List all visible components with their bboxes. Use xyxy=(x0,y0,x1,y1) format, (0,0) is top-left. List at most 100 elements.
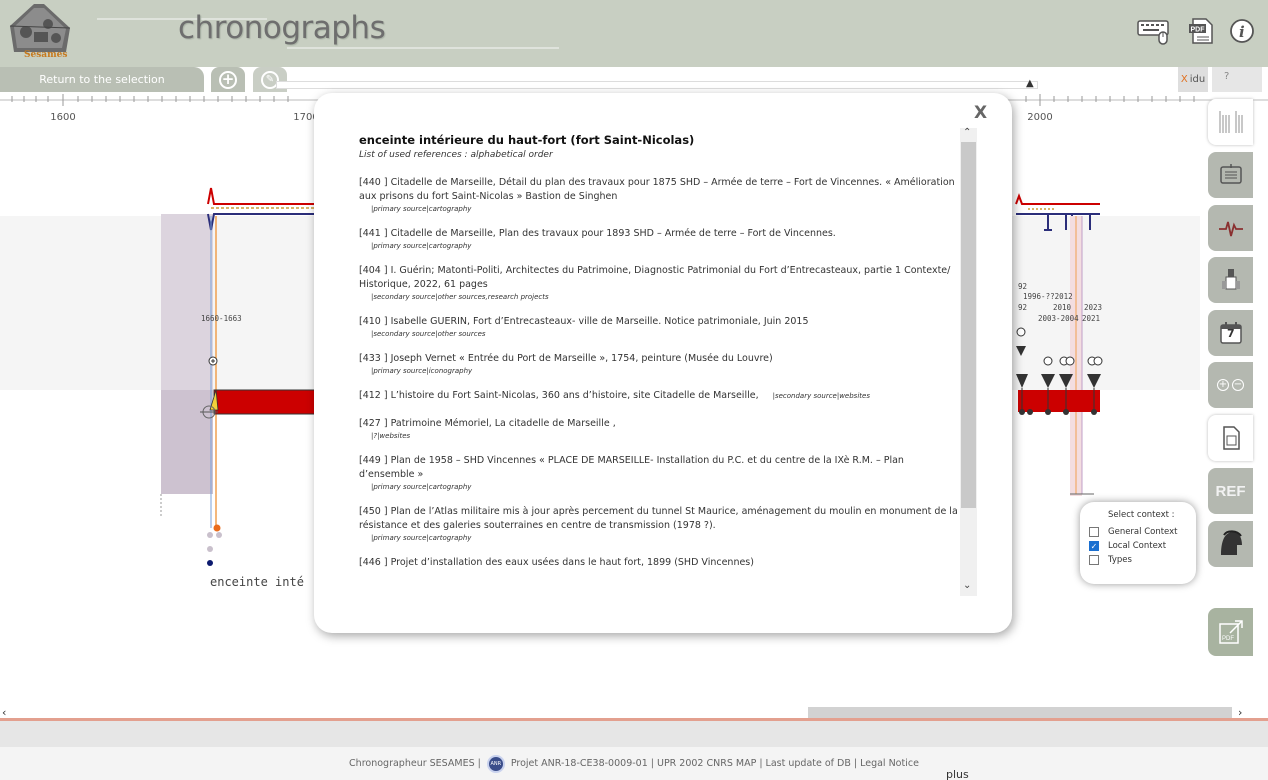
reference-type: |primary source|cartography xyxy=(371,242,472,250)
app-header: Sesames chronographs PDF i xyxy=(0,0,1268,67)
references-button[interactable]: REF xyxy=(1208,468,1253,514)
help-tab[interactable]: ? xyxy=(1212,67,1262,92)
scroll-up-chevron-icon[interactable]: ⌃ xyxy=(963,127,971,138)
context-option-general[interactable]: General Context xyxy=(1089,527,1178,537)
context-selector: Select context : General Context ✓ Local… xyxy=(1080,502,1196,584)
reference-item[interactable]: [410 ] Isabelle GUERIN, Fort d’Entrecast… xyxy=(359,315,959,338)
reference-item[interactable]: [412 ] L’histoire du Fort Saint-Nicolas,… xyxy=(359,389,959,403)
svg-text:PDF: PDF xyxy=(1222,636,1234,642)
helmet-icon xyxy=(1220,530,1242,555)
reference-type: |primary source|iconography xyxy=(371,367,473,375)
pdf-icon[interactable]: PDF xyxy=(1186,16,1216,46)
reference-text: [449 ] Plan de 1958 – SHD Vincennes « PL… xyxy=(359,455,904,480)
types-checkbox[interactable] xyxy=(1089,555,1099,565)
element-name-label[interactable]: enceinte inté xyxy=(210,575,304,589)
pulse-icon xyxy=(1218,221,1243,237)
context-option-types[interactable]: Types xyxy=(1089,555,1132,565)
span-label: 1660-1663 xyxy=(201,314,242,323)
document-icon xyxy=(1222,426,1240,450)
add-element-tab[interactable]: + xyxy=(211,67,245,92)
scroll-up-arrow-icon[interactable]: ▲ xyxy=(1026,78,1034,89)
modal-scrollbar[interactable]: ⌃ ⌄ xyxy=(960,127,977,596)
svg-text:PDF: PDF xyxy=(1191,27,1206,34)
zoom-button[interactable]: + − xyxy=(1208,362,1253,408)
footer-fragment: plus xyxy=(946,768,969,780)
span-label: 1996-??2012 xyxy=(1023,292,1073,301)
reference-text: [433 ] Joseph Vernet « Entrée du Port de… xyxy=(359,353,773,364)
info-icon[interactable]: i xyxy=(1228,16,1256,46)
span-label: 2023 xyxy=(1084,303,1103,312)
span-label: 92 xyxy=(1018,282,1028,291)
reference-item[interactable]: [441 ] Citadelle de Marseille, Plan des … xyxy=(359,227,959,250)
reference-item[interactable]: [440 ] Citadelle de Marseille, Détail du… xyxy=(359,176,959,213)
pdf-export-button[interactable]: PDF xyxy=(1208,608,1253,656)
reference-text: [446 ] Projet d’installation des eaux us… xyxy=(359,557,754,568)
idu-close-icon[interactable]: X xyxy=(1181,74,1188,85)
reference-text: [441 ] Citadelle de Marseille, Plan des … xyxy=(359,228,836,239)
calendar-button[interactable]: 7 xyxy=(1208,310,1253,356)
local-context-checkbox[interactable]: ✓ xyxy=(1089,541,1099,551)
reference-item[interactable]: [427 ] Patrimoine Mémoriel, La citadelle… xyxy=(359,417,959,440)
activity-button[interactable] xyxy=(1208,205,1253,251)
references-list[interactable]: enceinte intérieure du haut-fort (fort S… xyxy=(359,133,959,595)
reference-text-inline: [412 ] L’histoire du Fort Saint-Nicolas,… xyxy=(359,390,759,401)
title-decor-line xyxy=(287,47,559,49)
close-icon[interactable]: X xyxy=(974,103,987,123)
reference-text: [404 ] I. Guérin; Matonti-Politi, Archit… xyxy=(359,265,951,290)
keyboard-mouse-icon[interactable] xyxy=(1136,16,1172,46)
footer-fragment-text: plus xyxy=(946,768,969,780)
footer-chronographer[interactable]: Chronographeur SESAMES | xyxy=(349,758,481,769)
notes-button[interactable] xyxy=(1208,152,1253,198)
reference-type: |primary source|cartography xyxy=(371,205,472,213)
reference-text: [412 ] L’histoire du Fort Saint-Nicolas,… xyxy=(359,389,959,403)
reference-text: [450 ] Plan de l’Atlas militaire mis à j… xyxy=(359,506,958,531)
pdf-export-icon: PDF xyxy=(1218,620,1243,644)
document-button[interactable] xyxy=(1208,415,1253,461)
modal-scrollbar-thumb[interactable] xyxy=(961,142,976,508)
context-option-label: General Context xyxy=(1108,527,1178,537)
reference-type: |?|websites xyxy=(371,432,411,440)
reference-item[interactable]: [449 ] Plan de 1958 – SHD Vincennes « PL… xyxy=(359,454,959,491)
chronograph-view-button[interactable] xyxy=(1208,99,1253,145)
return-to-selection-button[interactable]: Return to the selection xyxy=(0,67,204,92)
reference-text: [427 ] Patrimoine Mémoriel, La citadelle… xyxy=(359,418,616,429)
reference-item[interactable]: [450 ] Plan de l’Atlas militaire mis à j… xyxy=(359,505,959,542)
reference-item[interactable]: [433 ] Joseph Vernet « Entrée du Port de… xyxy=(359,352,959,375)
context-option-local[interactable]: ✓ Local Context xyxy=(1089,541,1166,551)
scroll-down-chevron-icon[interactable]: ⌄ xyxy=(963,580,971,591)
helmet-button[interactable] xyxy=(1208,521,1253,567)
plus-icon: + xyxy=(219,70,237,89)
context-title: Select context : xyxy=(1108,510,1175,520)
span-label: 2003-2004 xyxy=(1038,314,1079,323)
calendar-day: 7 xyxy=(1227,327,1235,340)
idu-tab[interactable]: X idu xyxy=(1178,67,1208,92)
idu-label: idu xyxy=(1189,74,1206,85)
building-icon xyxy=(1221,269,1240,290)
modal-subtitle: List of used references : alphabetical o… xyxy=(359,150,553,160)
top-scrollbar[interactable] xyxy=(276,81,1038,89)
logo-text: Sesames xyxy=(24,50,68,60)
zoom-in-icon[interactable]: + xyxy=(1217,379,1229,391)
zoom-out-icon[interactable]: − xyxy=(1232,379,1244,391)
reference-item[interactable]: [446 ] Projet d’installation des eaux us… xyxy=(359,556,959,570)
reference-item[interactable]: [404 ] I. Guérin; Matonti-Politi, Archit… xyxy=(359,264,959,301)
context-option-label: Local Context xyxy=(1108,541,1167,551)
references-modal: X enceinte intérieure du haut-fort (fort… xyxy=(314,93,1012,633)
page-title: chronographs xyxy=(178,10,386,46)
chronograph-thumbnail-icon xyxy=(1219,111,1242,133)
reference-type: |primary source|cartography xyxy=(371,483,472,491)
ruler-tick-label: 1600 xyxy=(50,112,76,123)
status-band xyxy=(0,721,1268,747)
span-label: 92 xyxy=(1018,303,1028,312)
footer-project-links[interactable]: Projet ANR-18-CE38-0009-01 | UPR 2002 CN… xyxy=(511,758,919,769)
notepad-icon xyxy=(1219,164,1242,184)
toolbar: Return to the selection + ✎ ▲ X idu ? xyxy=(0,67,1268,92)
structure-button[interactable] xyxy=(1208,257,1253,303)
help-label: ? xyxy=(1224,71,1230,82)
ref-label: REF xyxy=(1215,482,1246,500)
reference-text: [440 ] Citadelle de Marseille, Détail du… xyxy=(359,177,955,202)
modal-title: enceinte intérieure du haut-fort (fort S… xyxy=(359,133,695,147)
general-context-checkbox[interactable] xyxy=(1089,527,1099,537)
span-label: 2021 xyxy=(1082,314,1101,323)
span-label: 2010 xyxy=(1053,303,1072,312)
